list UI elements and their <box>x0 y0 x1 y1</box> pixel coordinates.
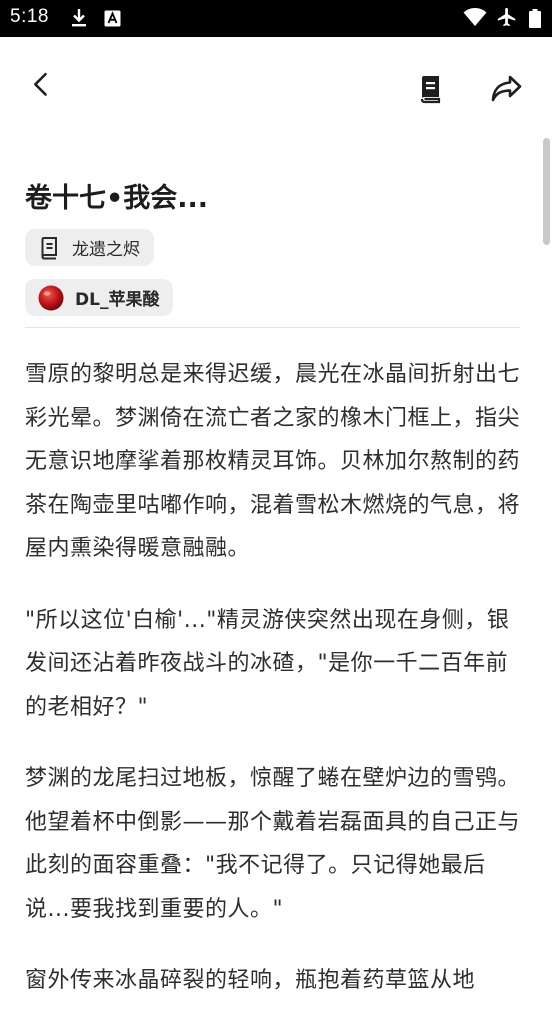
author-chip-label: DL_苹果酸 <box>75 290 160 310</box>
scrollbar-thumb[interactable] <box>543 138 550 245</box>
article-paragraph: 雪原的黎明总是来得迟缓，晨光在冰晶间折射出七彩光晕。梦渊倚在流亡者之家的橡木门框… <box>25 362 521 561</box>
article-body: 雪原的黎明总是来得迟缓，晨光在冰晶间折射出七彩光晕。梦渊倚在流亡者之家的橡木门框… <box>25 353 525 1031</box>
share-button[interactable] <box>486 70 526 108</box>
chapter-title: 卷十七•我会... <box>25 183 209 214</box>
article-paragraph: 梦渊的龙尾扫过地板，惊醒了蜷在壁炉边的雪鸮。他望着杯中倒影——那个戴着岩磊面具的… <box>25 766 521 922</box>
book-chip[interactable]: 龙遗之烬 <box>25 229 154 266</box>
battery-icon <box>529 9 541 28</box>
notification-a-icon <box>104 10 121 27</box>
author-chip[interactable]: DL_苹果酸 <box>25 279 174 316</box>
book-chip-label: 龙遗之烬 <box>72 240 140 260</box>
author-avatar <box>38 285 64 310</box>
download-icon <box>72 9 86 27</box>
airplane-icon <box>497 7 516 27</box>
back-arrow-icon <box>34 72 47 96</box>
wifi-icon <box>463 8 487 26</box>
header-divider <box>25 327 520 328</box>
article-paragraph: "所以这位'白榆'..."精灵游侠突然出现在身侧，银发间还沾着昨夜战斗的冰碴，"… <box>25 607 510 720</box>
book-info-button[interactable] <box>412 71 448 107</box>
back-button[interactable] <box>30 71 66 107</box>
share-icon <box>491 75 522 102</box>
book-outline-icon <box>41 236 57 259</box>
status-bar: 5:18 <box>0 0 552 37</box>
status-time: 5:18 <box>10 6 49 27</box>
top-app-bar <box>0 37 552 137</box>
book-icon <box>420 76 441 104</box>
